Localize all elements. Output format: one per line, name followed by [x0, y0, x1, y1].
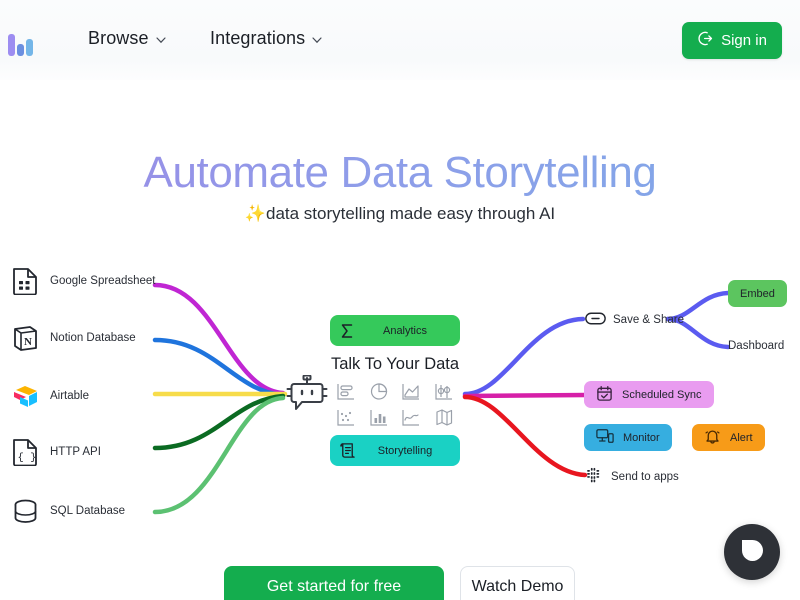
- google-spreadsheet-icon: [10, 266, 40, 296]
- line-chart-icon[interactable]: [399, 406, 423, 428]
- connector-save-share: [462, 316, 586, 397]
- landing-page: Browse Integrations Sign in Automate Dat…: [0, 0, 800, 600]
- svg-text:N: N: [24, 336, 32, 348]
- source-sql-database[interactable]: SQL Database: [10, 496, 125, 526]
- bar-chart-icon[interactable]: [367, 406, 391, 428]
- output-save-share[interactable]: Save & Share: [585, 311, 684, 329]
- monitor-label: Monitor: [623, 431, 660, 444]
- sql-database-icon: [10, 496, 40, 526]
- output-send-to-apps[interactable]: Send to apps: [585, 466, 679, 488]
- scatter-plot-icon[interactable]: [334, 406, 358, 428]
- map-chart-icon[interactable]: [432, 406, 456, 428]
- svg-text:{ }: { }: [18, 452, 37, 464]
- chart-icon-grid: [330, 380, 460, 428]
- link-icon: [585, 311, 606, 329]
- area-chart-icon[interactable]: [399, 380, 423, 402]
- source-label: Airtable: [50, 390, 89, 402]
- analytics-button[interactable]: Analytics: [330, 315, 460, 346]
- output-monitor[interactable]: Monitor: [584, 424, 672, 451]
- connector-scheduled-sync: [462, 392, 589, 399]
- pie-chart-icon[interactable]: [367, 380, 391, 402]
- output-embed[interactable]: Embed: [728, 280, 787, 307]
- monitor-device-icon: [596, 428, 614, 447]
- sigma-icon: [330, 323, 364, 339]
- send-to-apps-label: Send to apps: [611, 471, 679, 483]
- save-share-label: Save & Share: [613, 314, 684, 326]
- flow-diagram: Google Spreadsheet N Notion Database Air…: [0, 0, 800, 600]
- output-dashboard[interactable]: Dashboard: [728, 340, 784, 352]
- storytelling-label: Storytelling: [377, 444, 433, 457]
- http-api-icon: { }: [10, 437, 40, 467]
- output-scheduled-sync[interactable]: Scheduled Sync: [584, 381, 714, 408]
- alert-label: Alert: [730, 431, 753, 444]
- source-http-api[interactable]: { } HTTP API: [10, 437, 101, 467]
- output-alert[interactable]: Alert: [692, 424, 765, 451]
- source-google-spreadsheet[interactable]: Google Spreadsheet: [10, 266, 156, 296]
- notion-icon: N: [10, 323, 40, 353]
- source-airtable[interactable]: Airtable: [10, 381, 89, 411]
- source-label: Notion Database: [50, 332, 136, 344]
- connector-send-to-apps: [462, 394, 588, 478]
- source-label: SQL Database: [50, 505, 126, 517]
- chat-bubble-icon: [740, 538, 764, 567]
- slack-icon: [585, 466, 604, 488]
- watch-demo-button[interactable]: Watch Demo: [460, 566, 575, 600]
- chat-bot-icon: [286, 374, 328, 420]
- analytics-label: Analytics: [382, 324, 428, 337]
- center-panel: Analytics Talk To Your Data Storytelling: [330, 315, 460, 466]
- chat-widget-button[interactable]: [724, 524, 780, 580]
- source-label: HTTP API: [50, 446, 101, 458]
- source-label: Google Spreadsheet: [50, 275, 156, 287]
- storytelling-button[interactable]: Storytelling: [330, 435, 460, 466]
- connector-google-spreadsheet: [152, 282, 286, 396]
- horizontal-bar-chart-icon[interactable]: [334, 380, 358, 402]
- embed-label: Embed: [740, 287, 775, 300]
- get-started-button[interactable]: Get started for free: [224, 566, 444, 600]
- bell-icon: [704, 428, 721, 448]
- connector-sql-database: [152, 395, 286, 515]
- candlestick-chart-icon[interactable]: [432, 380, 456, 402]
- source-notion-database[interactable]: N Notion Database: [10, 323, 136, 353]
- scroll-icon: [330, 442, 364, 459]
- airtable-icon: [10, 381, 40, 411]
- scheduled-sync-label: Scheduled Sync: [622, 388, 702, 401]
- dashboard-label: Dashboard: [728, 340, 785, 352]
- center-heading: Talk To Your Data: [330, 355, 460, 373]
- calendar-check-icon: [596, 385, 613, 405]
